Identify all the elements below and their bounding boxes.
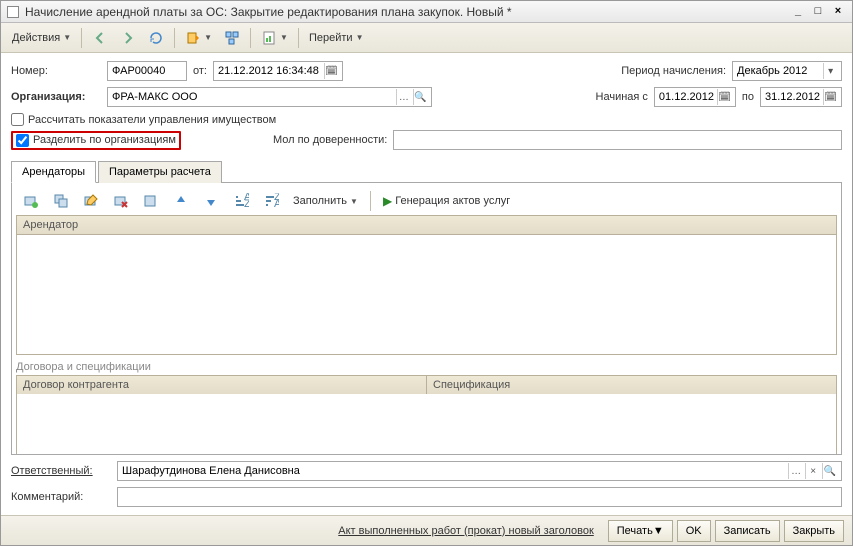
tb-post[interactable]: ▼ (180, 27, 217, 49)
grid-down-icon[interactable] (198, 190, 224, 212)
grid-delete-icon[interactable] (108, 190, 134, 212)
org-field[interactable]: … 🔍 (107, 87, 432, 107)
grid-add-icon[interactable] (18, 190, 44, 212)
select-icon[interactable]: … (396, 89, 410, 105)
save-button[interactable]: Записать (715, 520, 780, 542)
grid-up-icon[interactable] (168, 190, 194, 212)
calc-checkbox-label: Рассчитать показатели управления имущест… (28, 114, 276, 126)
start-label: Начиная с (596, 91, 648, 103)
grid2-header: Договор контрагента Спецификация (17, 376, 836, 394)
minimize-button[interactable]: _ (790, 5, 806, 19)
grid2: Договор контрагента Спецификация (16, 375, 837, 455)
number-label: Номер: (11, 65, 101, 77)
from-label: от: (193, 65, 207, 77)
org-label: Организация: (11, 91, 101, 103)
period-field[interactable]: ▾ (732, 61, 842, 81)
split-highlight: Разделить по организациям (11, 131, 181, 150)
split-checkbox-label: Разделить по организациям (33, 134, 176, 146)
search-icon[interactable]: 🔍 (822, 463, 837, 479)
titlebar: Начисление арендной платы за ОС: Закрыти… (1, 1, 852, 23)
mol-label: Мол по доверенности: (273, 134, 387, 146)
tab-bar: Арендаторы Параметры расчета (11, 160, 842, 183)
grid-sep1 (138, 190, 164, 212)
calc-checkbox[interactable] (11, 113, 24, 126)
tab-body: AZ ZA Заполнить▼ ▶ Генерация актов услуг… (11, 183, 842, 455)
window-title: Начисление арендной платы за ОС: Закрыти… (25, 5, 786, 19)
calendar-icon[interactable]: 🗓 (717, 89, 731, 105)
tab-tenants[interactable]: Арендаторы (11, 161, 96, 183)
grid2-body[interactable] (17, 394, 836, 454)
close-button[interactable]: Закрыть (784, 520, 844, 542)
tb-refresh[interactable] (143, 27, 169, 49)
grid2-col2: Спецификация (427, 376, 836, 394)
to-label: по (742, 91, 754, 103)
close-window-button[interactable]: × (830, 5, 846, 19)
grid-toolbar: AZ ZA Заполнить▼ ▶ Генерация актов услуг (16, 187, 837, 215)
tb-report[interactable]: ▼ (256, 27, 293, 49)
select-icon[interactable]: … (788, 463, 803, 479)
content-area: Номер: от: 🗓 Период начисления: ▾ Органи… (1, 53, 852, 515)
print-button[interactable]: Печать▼ (608, 520, 673, 542)
search-icon[interactable]: 🔍 (413, 89, 427, 105)
gen-acts-button[interactable]: ▶ Генерация актов услуг (378, 190, 515, 212)
clear-icon[interactable]: × (805, 463, 820, 479)
split-checkbox[interactable] (16, 134, 29, 147)
contracts-title: Договора и спецификации (16, 361, 837, 373)
grid1-header: Арендатор (16, 215, 837, 235)
tb-back[interactable] (87, 27, 113, 49)
mol-field[interactable] (393, 130, 842, 150)
dropdown-icon[interactable]: ▾ (823, 63, 837, 79)
grid-sort-desc-icon[interactable]: ZA (258, 190, 284, 212)
svg-text:Z: Z (244, 198, 249, 209)
grid-copy-icon[interactable] (48, 190, 74, 212)
main-toolbar: Действия▼ ▼ ▼ Перейти▼ (1, 23, 852, 53)
actions-menu[interactable]: Действия▼ (7, 27, 76, 49)
number-field[interactable] (107, 61, 187, 81)
calendar-icon[interactable]: 🗓 (324, 63, 338, 79)
ok-button[interactable]: OK (677, 520, 711, 542)
maximize-button[interactable]: □ (810, 5, 826, 19)
comment-label: Комментарий: (11, 491, 111, 503)
tab-params[interactable]: Параметры расчета (98, 161, 222, 183)
grid-edit-icon[interactable] (78, 190, 104, 212)
svg-text:A: A (274, 198, 279, 209)
resp-field[interactable]: … × 🔍 (117, 461, 842, 481)
bottom-bar: Акт выполненных работ (прокат) новый заг… (1, 515, 852, 545)
end-date-field[interactable]: 🗓 (760, 87, 842, 107)
act-link[interactable]: Акт выполненных работ (прокат) новый заг… (338, 525, 593, 537)
date-field[interactable]: 🗓 (213, 61, 343, 81)
tb-struct[interactable] (219, 27, 245, 49)
grid-sort-asc-icon[interactable]: AZ (228, 190, 254, 212)
start-date-field[interactable]: 🗓 (654, 87, 736, 107)
calendar-icon[interactable]: 🗓 (823, 89, 837, 105)
goto-menu[interactable]: Перейти▼ (304, 27, 369, 49)
fill-button[interactable]: Заполнить▼ (288, 190, 363, 212)
app-icon (7, 6, 19, 18)
tb-forward[interactable] (115, 27, 141, 49)
grid1-body[interactable] (16, 235, 837, 355)
grid2-col1: Договор контрагента (17, 376, 427, 394)
comment-field[interactable] (117, 487, 842, 507)
resp-label[interactable]: Ответственный: (11, 465, 111, 477)
period-label: Период начисления: (621, 65, 726, 77)
